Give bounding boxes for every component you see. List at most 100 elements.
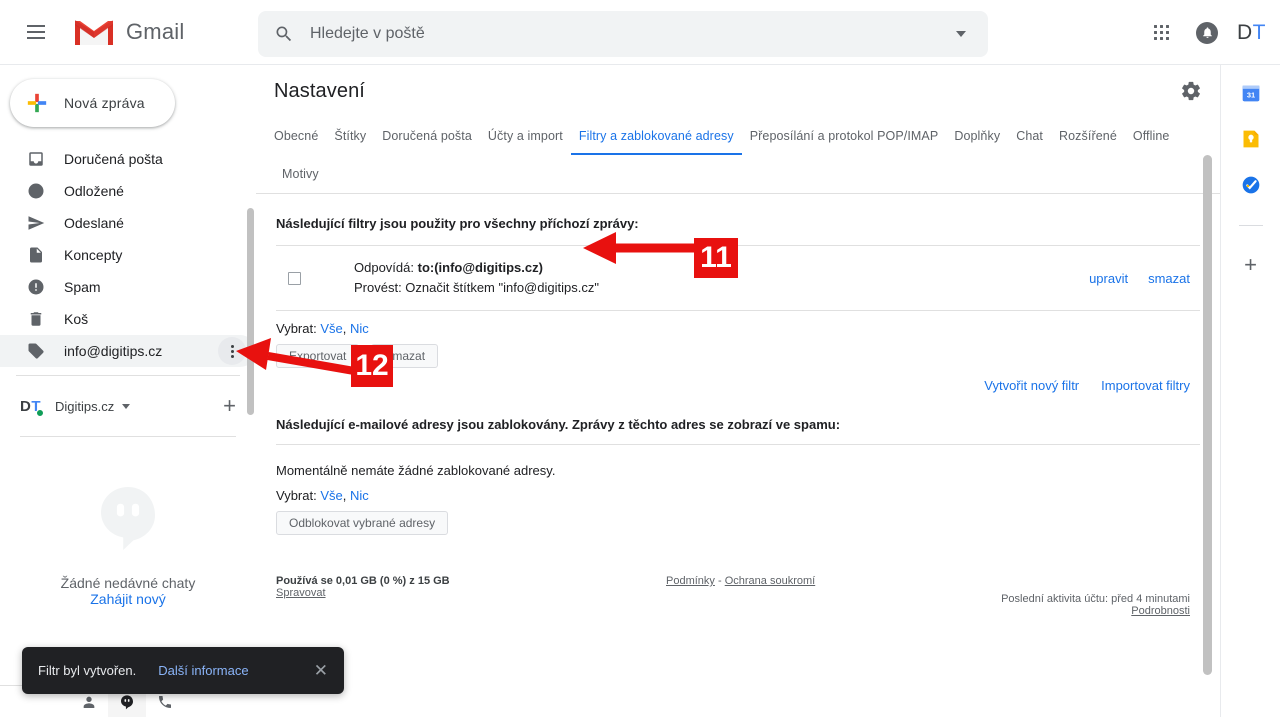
sidebar-item-inbox[interactable]: Doručená pošta [0, 143, 256, 175]
sidebar-divider-2 [20, 436, 236, 437]
blocked-addresses-section: Následující e-mailové adresy jsou zablok… [276, 417, 1200, 535]
tab-stitky[interactable]: Štítky [326, 117, 374, 155]
sidebar-item-spam[interactable]: Spam [0, 271, 256, 303]
sidebar-item-label: Odložené [64, 183, 124, 199]
blocked-empty-text: Momentálně nemáte žádné zablokované adre… [276, 463, 556, 478]
left-sidebar: Nová zpráva Doručená pošta Odložené Odes [0, 65, 256, 717]
google-keep-icon[interactable] [1241, 129, 1261, 149]
settings-header: Nastavení [256, 65, 1220, 117]
hangouts-bubble-icon [92, 481, 164, 553]
filter-match-value: to:(info@digitips.cz) [417, 260, 543, 275]
create-new-filter-link[interactable]: Vytvořit nový filtr [984, 378, 1079, 393]
google-calendar-icon[interactable]: 31 [1241, 83, 1261, 103]
blocked-heading: Následující e-mailové adresy jsou zablok… [276, 417, 841, 432]
tab-offline[interactable]: Offline [1125, 117, 1178, 155]
tab-preposilani-pop-imap[interactable]: Přeposílání a protokol POP/IMAP [742, 117, 947, 155]
table-row[interactable]: Odpovídá: to:(info@digitips.cz) Provést:… [276, 246, 1200, 311]
unblock-selected-button[interactable]: Odblokovat vybrané adresy [276, 511, 449, 535]
sidebar-item-label: Odeslané [64, 215, 124, 231]
apps-grid-icon[interactable] [1139, 11, 1183, 55]
hamburger-menu-icon[interactable] [12, 8, 60, 56]
activity-details-link[interactable]: Podrobnosti [1131, 605, 1190, 617]
compose-label: Nová zpráva [64, 95, 145, 111]
import-filters-link[interactable]: Importovat filtry [1101, 378, 1190, 393]
trash-icon [26, 309, 46, 329]
filters-table: Odpovídá: to:(info@digitips.cz) Provést:… [276, 245, 1200, 311]
sidebar-item-label-info-digitips[interactable]: info@digitips.cz [0, 335, 256, 367]
tab-ucty-a-import[interactable]: Účty a import [480, 117, 571, 155]
blocked-divider [276, 444, 1200, 445]
terms-link[interactable]: Podmínky [666, 575, 715, 587]
account-chevron-down-icon[interactable] [122, 403, 131, 409]
filter-row-checkbox[interactable] [288, 271, 301, 285]
gmail-logo[interactable]: Gmail [74, 17, 184, 47]
filters-heading: Následující filtry jsou použity pro všec… [276, 216, 639, 231]
gear-icon[interactable] [1180, 80, 1202, 102]
manage-storage-link[interactable]: Spravovat [276, 587, 326, 599]
toast-more-info-link[interactable]: Další informace [158, 663, 248, 678]
legal-separator: - [717, 575, 722, 587]
google-tasks-icon[interactable] [1241, 175, 1261, 195]
main-content: Nastavení Obecné Štítky Doručená pošta Ú… [256, 65, 1220, 717]
tab-dorucena-posta[interactable]: Doručená pošta [374, 117, 480, 155]
storage-text: Používá se 0,01 GB (0 %) z 15 GB [276, 575, 450, 587]
select-label: Vybrat: [276, 321, 317, 336]
main-scrollbar[interactable] [1203, 155, 1212, 675]
filter-match-line: Odpovídá: to:(info@digitips.cz) [354, 258, 599, 278]
tab-filtry-a-zablokovane-adresy[interactable]: Filtry a zablokované adresy [570, 117, 742, 155]
filter-match-prefix: Odpovídá: [354, 260, 418, 275]
search-input[interactable] [310, 25, 956, 43]
page-title: Nastavení [274, 79, 365, 102]
select-all-link[interactable]: Vše [320, 321, 342, 336]
sidebar-divider [16, 375, 240, 376]
search-bar[interactable] [258, 11, 988, 57]
avatar-initial-2: T [1252, 20, 1266, 44]
right-side-panel: 31 + [1220, 65, 1280, 717]
start-new-chat-link[interactable]: Zahájit nový [90, 591, 165, 607]
spam-icon [26, 277, 46, 297]
sidebar-item-label: Koncepty [64, 247, 123, 263]
select-separator: , [342, 488, 347, 503]
bell-icon[interactable] [1185, 11, 1229, 55]
export-button[interactable]: Exportovat [276, 344, 360, 368]
inbox-icon [26, 149, 46, 169]
select-label: Vybrat: [276, 488, 317, 503]
tab-rozsirene[interactable]: Rozšířené [1051, 117, 1125, 155]
sidebar-item-sent[interactable]: Odeslané [0, 207, 256, 239]
compose-button[interactable]: Nová zpráva [10, 79, 175, 127]
tab-chat[interactable]: Chat [1008, 117, 1051, 155]
tab-obecne[interactable]: Obecné [274, 117, 326, 155]
add-side-app-button[interactable]: + [1244, 254, 1257, 276]
top-app-bar: Gmail DT [0, 0, 1280, 65]
label-tag-icon [26, 341, 46, 361]
avatar[interactable]: DT [1237, 21, 1266, 45]
label-overflow-menu[interactable] [218, 337, 246, 365]
sidebar-scrollbar[interactable] [247, 208, 254, 415]
blocked-select-all-link[interactable]: Vše [320, 488, 342, 503]
add-contact-button[interactable]: + [223, 395, 236, 417]
filter-create-links: Vytvořit nový filtr Importovat filtry [276, 378, 1200, 393]
sidebar-item-snoozed[interactable]: Odložené [0, 175, 256, 207]
chat-empty-text: Žádné nedávné chaty [60, 575, 196, 591]
avatar-initial-1: D [1237, 20, 1253, 44]
delete-button[interactable]: Smazat [371, 344, 439, 368]
search-options-chevron-down-icon[interactable] [956, 31, 966, 37]
account-activity: Poslední aktivita účtu: před 4 minutami … [1001, 593, 1190, 617]
account-initial-1: D [20, 397, 32, 415]
tab-motivy[interactable]: Motivy [274, 155, 327, 193]
delete-filter-link[interactable]: smazat [1148, 271, 1190, 286]
select-none-link[interactable]: Nic [350, 321, 369, 336]
close-icon[interactable]: ✕ [314, 662, 328, 679]
filter-action-line: Provést: Označit štítkem "info@digitips.… [354, 280, 599, 295]
gmail-envelope-icon [74, 17, 114, 47]
edit-filter-link[interactable]: upravit [1089, 271, 1128, 286]
online-status-dot-icon [36, 408, 45, 417]
last-activity-text: Poslední aktivita účtu: před 4 minutami [1001, 593, 1190, 605]
blocked-select-none-link[interactable]: Nic [350, 488, 369, 503]
tab-doplnky[interactable]: Doplňky [946, 117, 1008, 155]
sidebar-item-trash[interactable]: Koš [0, 303, 256, 335]
privacy-link[interactable]: Ochrana soukromí [725, 575, 815, 587]
account-row[interactable]: DT Digitips.cz + [0, 386, 256, 426]
settings-tabs: Obecné Štítky Doručená pošta Účty a impo… [256, 117, 1220, 194]
sidebar-item-drafts[interactable]: Koncepty [0, 239, 256, 271]
